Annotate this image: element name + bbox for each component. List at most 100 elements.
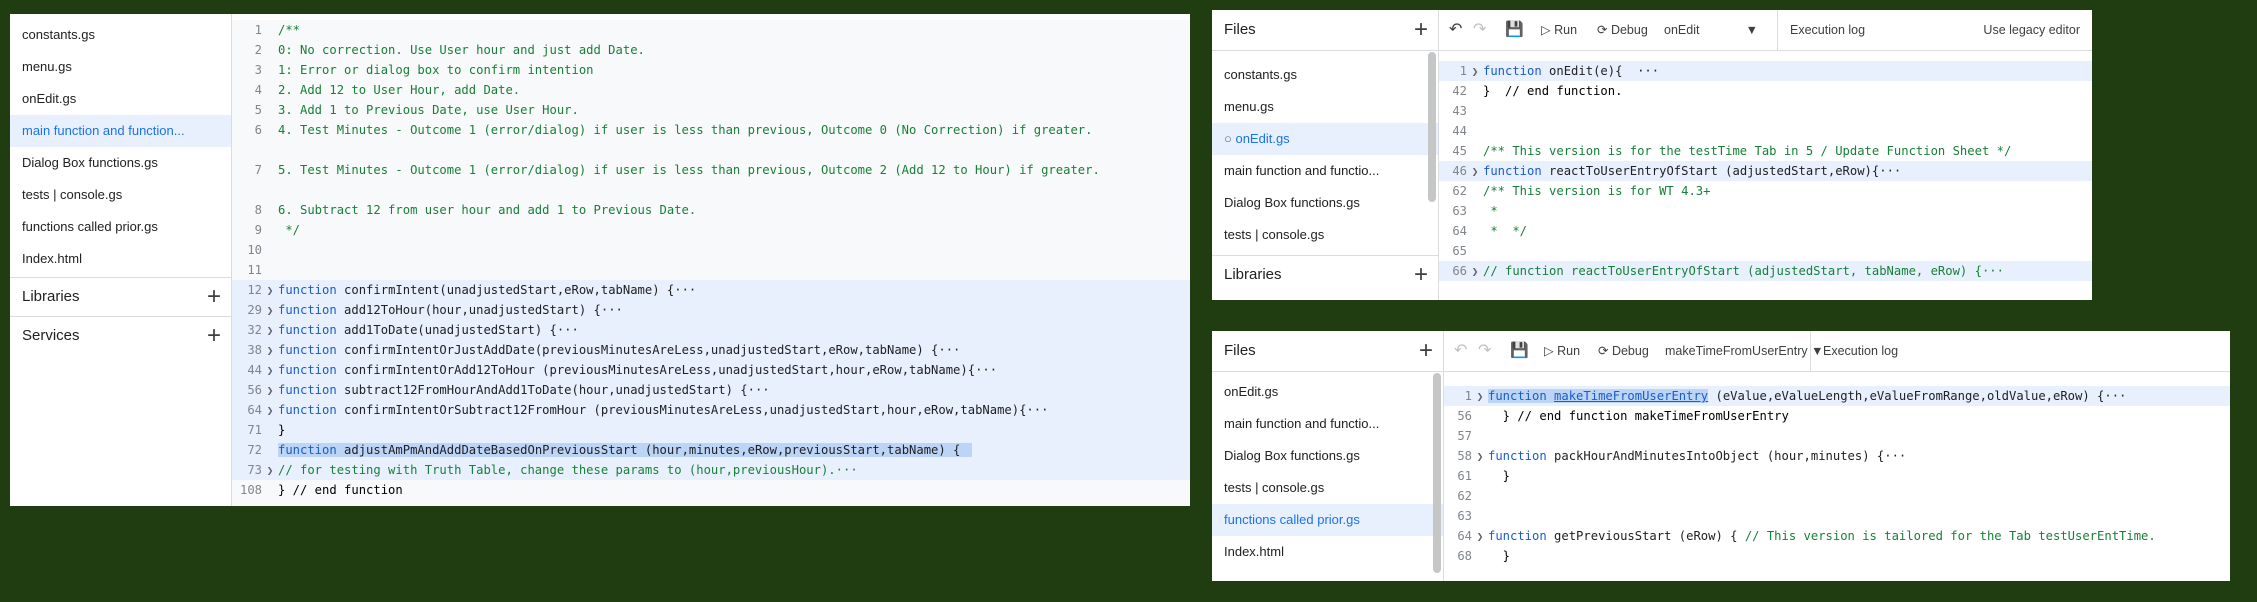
- redo-icon[interactable]: ↷: [1473, 10, 1486, 50]
- add-service-icon[interactable]: +: [207, 317, 221, 355]
- line-number: 38: [247, 343, 262, 357]
- add-file-icon[interactable]: +: [1414, 10, 1428, 50]
- file-item[interactable]: Dialog Box functions.gs: [10, 147, 231, 179]
- fold-chevron-icon[interactable]: ❯: [1472, 527, 1488, 547]
- keyword: function: [278, 343, 345, 357]
- save-icon[interactable]: 💾: [1510, 331, 1529, 371]
- files-header: Files +: [1212, 10, 1438, 51]
- execution-log-button[interactable]: Execution log: [1777, 10, 1865, 50]
- code-line: 66 ❯// function reactToUserEntryOfStart (…: [1439, 261, 2092, 281]
- file-item[interactable]: tests | console.gs: [1212, 472, 1443, 504]
- fold-chevron-icon[interactable]: ❯: [262, 341, 278, 361]
- line-number: 108: [239, 483, 262, 497]
- file-item[interactable]: Dialog Box functions.gs: [1212, 187, 1438, 219]
- fold-chevron-icon[interactable]: ❯: [1472, 387, 1488, 407]
- files-sidebar: Files + constants.gs menu.gs ○ onEdit.gs ma…: [1212, 10, 1439, 300]
- file-item[interactable]: Dialog Box functions.gs: [1212, 440, 1443, 472]
- file-item[interactable]: constants.gs: [10, 19, 231, 51]
- add-library-icon[interactable]: +: [207, 278, 221, 316]
- function-select[interactable]: onEdit ▼: [1664, 10, 1758, 50]
- sidebar-scrollbar[interactable]: [1433, 373, 1441, 573]
- execution-log-button[interactable]: Execution log: [1810, 331, 1898, 371]
- undo-icon[interactable]: ↶: [1449, 10, 1462, 50]
- fold-gutter: [1472, 507, 1488, 527]
- file-item[interactable]: Index.html: [10, 243, 231, 275]
- code-editor[interactable]: 1 ❯ function makeTimeFromUserEntry (eValue…: [1444, 372, 2230, 581]
- undo-icon[interactable]: ↶: [1454, 331, 1467, 371]
- file-item[interactable]: Index.html: [1212, 536, 1443, 568]
- services-label: Services: [22, 327, 80, 344]
- file-item[interactable]: menu.gs: [10, 51, 231, 83]
- function-signature: adjustAmPmAndAddDateBasedOnPreviousStart…: [344, 443, 961, 457]
- code-text: }: [278, 423, 286, 437]
- fold-gutter: [262, 21, 278, 41]
- file-item[interactable]: main function and functio...: [1212, 408, 1443, 440]
- file-item[interactable]: main function and function...: [10, 115, 231, 147]
- file-name: tests | console.gs: [22, 187, 123, 202]
- code-editor[interactable]: 1 /** 2 0: No correction. Use User hour a…: [232, 20, 1190, 506]
- sidebar-scrollbar[interactable]: [1428, 52, 1436, 202]
- run-button[interactable]: ▷ Run: [1541, 10, 1577, 50]
- function-signature: getPreviousStart (eRow) {: [1546, 529, 1738, 543]
- code-text: /**: [278, 23, 301, 37]
- code-line: 10: [232, 240, 1190, 260]
- code-text: * */: [1483, 224, 1528, 238]
- file-item[interactable]: tests | console.gs: [1212, 219, 1438, 251]
- file-item[interactable]: functions called prior.gs: [1212, 504, 1443, 536]
- libraries-section[interactable]: Libraries +: [1212, 255, 1438, 294]
- file-name: tests | console.gs: [1224, 227, 1325, 242]
- code-line: [232, 140, 1190, 160]
- code-line: 8 6. Subtract 12 from user hour and add …: [232, 200, 1190, 220]
- fold-chevron-icon[interactable]: ❯: [1467, 262, 1483, 282]
- file-item[interactable]: functions called prior.gs: [10, 211, 231, 243]
- file-name: constants.gs: [1224, 67, 1297, 82]
- file-item[interactable]: tests | console.gs: [10, 179, 231, 211]
- fold-chevron-icon[interactable]: ❯: [262, 301, 278, 321]
- file-item[interactable]: ○ onEdit.gs: [1212, 123, 1438, 155]
- add-file-icon[interactable]: +: [1419, 331, 1433, 371]
- fold-gutter: [1472, 427, 1488, 447]
- services-section[interactable]: Services +: [10, 316, 231, 355]
- libraries-section[interactable]: Libraries +: [10, 277, 231, 316]
- chevron-down-icon: ▼: [1745, 23, 1758, 37]
- code-text: 2. Add 12 to User Hour, add Date.: [278, 83, 521, 97]
- code-text: 0: No correction. Use User hour and just…: [278, 43, 645, 57]
- code-line: [232, 180, 1190, 200]
- file-list: onEdit.gs main function and functio... Dia…: [1212, 372, 1443, 568]
- run-button[interactable]: ▷ Run: [1544, 331, 1580, 371]
- file-item[interactable]: menu.gs: [1212, 91, 1438, 123]
- debug-button[interactable]: ⟳ Debug: [1598, 331, 1649, 371]
- redo-icon[interactable]: ↷: [1478, 331, 1491, 371]
- code-line: 42 } // end function.: [1439, 81, 2092, 101]
- fold-chevron-icon[interactable]: ❯: [1467, 162, 1483, 182]
- fold-chevron-icon[interactable]: ❯: [1472, 447, 1488, 467]
- file-name: onEdit.gs: [1235, 131, 1290, 146]
- keyword: function: [278, 303, 345, 317]
- keyword: function: [278, 363, 345, 377]
- file-item[interactable]: onEdit.gs: [1212, 376, 1443, 408]
- function-signature: confirmIntentOrAdd12ToHour (previousMinu…: [344, 363, 998, 377]
- debug-button[interactable]: ⟳ Debug: [1597, 10, 1648, 50]
- fold-chevron-icon[interactable]: ❯: [262, 361, 278, 381]
- fold-chevron-icon[interactable]: ❯: [262, 401, 278, 421]
- add-library-icon[interactable]: +: [1414, 256, 1428, 294]
- fold-chevron-icon[interactable]: ❯: [262, 281, 278, 301]
- code-text: /** This version is for the testTime Tab…: [1483, 144, 2012, 158]
- debug-label: Debug: [1611, 344, 1649, 358]
- fold-chevron-icon[interactable]: ❯: [262, 321, 278, 341]
- line-number: 46: [1452, 164, 1467, 178]
- function-select[interactable]: makeTimeFromUserEntry ▼: [1665, 331, 1823, 371]
- fold-chevron-icon[interactable]: ❯: [1467, 62, 1483, 82]
- file-item[interactable]: onEdit.gs: [10, 83, 231, 115]
- file-item[interactable]: main function and functio...: [1212, 155, 1438, 187]
- code-line: 38 ❯ function confirmIntentOrJustAddDate(p…: [232, 340, 1190, 360]
- function-name[interactable]: makeTimeFromUserEntry: [1554, 389, 1709, 403]
- fold-chevron-icon[interactable]: ❯: [262, 461, 278, 481]
- file-item[interactable]: constants.gs: [1212, 59, 1438, 91]
- code-editor[interactable]: 1 ❯ function onEdit(e){ ··· 42 } // end fun…: [1439, 51, 2092, 300]
- fold-chevron-icon[interactable]: ❯: [262, 381, 278, 401]
- code-text: function reactToUserEntryOfStart (adjust…: [1483, 164, 1901, 178]
- save-icon[interactable]: 💾: [1505, 10, 1524, 50]
- legacy-editor-button[interactable]: Use legacy editor: [1983, 10, 2080, 50]
- line-number: 42: [1452, 84, 1467, 98]
